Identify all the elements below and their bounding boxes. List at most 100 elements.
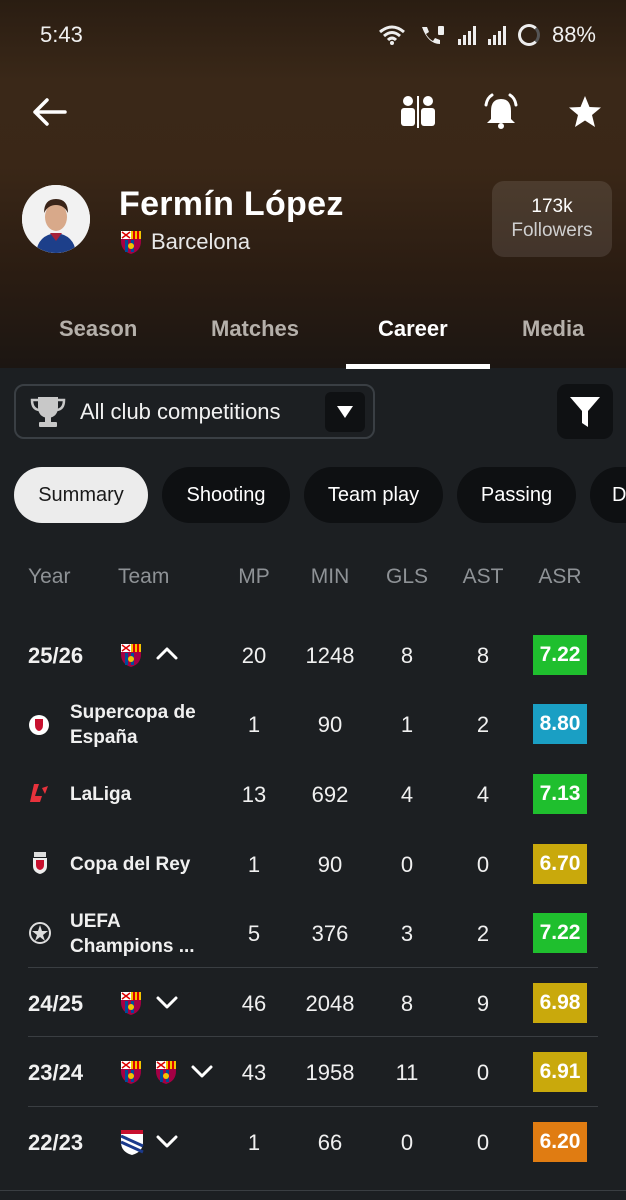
tab-matches[interactable]: Matches [211,316,299,342]
row-divider [0,1190,626,1191]
chip-defending[interactable]: D [590,467,626,523]
signal-icon-2 [487,25,506,45]
ast-value: 0 [476,1130,490,1155]
competition-name-line-2: Champions ... [70,936,195,957]
back-button[interactable] [24,80,74,144]
ast-value: 0 [476,1060,490,1085]
season-year: 25/26 [28,643,84,668]
chevron-down-icon[interactable] [155,995,179,1011]
compare-icon [401,96,435,128]
gls-value: 3 [400,921,414,946]
chip-shooting[interactable]: Shooting [162,467,290,523]
header-ast[interactable]: AST [453,565,513,589]
row-divider [28,1036,598,1037]
mp-value: 1 [247,1130,261,1155]
signal-icon [457,25,476,45]
notifications-button[interactable] [476,80,526,144]
season-row-25-26[interactable]: 25/26 20 1248 8 8 7.22 [0,621,626,689]
avatar [22,185,90,253]
min-value: 376 [311,921,349,946]
competition-row-champions-league[interactable]: UEFA Champions ... 5 376 3 2 7.22 [0,899,626,967]
barcelona-crest-icon [121,231,141,254]
active-tab-indicator [346,364,490,369]
season-row-22-23[interactable]: 22/23 1 66 0 0 6.20 [0,1108,626,1176]
status-time: 5:43 [40,22,83,47]
ast-value: 8 [476,643,490,668]
asr-rating-badge: 6.70 [533,844,587,884]
followers-badge[interactable]: 173k Followers [492,181,612,257]
chevron-up-icon[interactable] [155,645,179,661]
filter-button[interactable] [557,384,613,439]
asr-rating-badge: 6.91 [533,1052,587,1092]
barcelona-crest-icon [121,992,141,1015]
asr-rating-badge: 7.13 [533,774,587,814]
competition-name-line-1: Supercopa de [70,702,196,723]
asr-rating-badge: 6.98 [533,983,587,1023]
header-team[interactable]: Team [118,565,169,589]
barcelona-crest-icon [156,1061,176,1084]
chip-team-play[interactable]: Team play [304,467,443,523]
tab-season[interactable]: Season [59,316,137,342]
header-year[interactable]: Year [28,565,70,589]
mp-value: 43 [241,1060,267,1085]
chip-passing[interactable]: Passing [457,467,576,523]
header-asr[interactable]: ASR [530,565,590,589]
mp-value: 1 [247,712,261,737]
ast-value: 0 [476,852,490,877]
header-mp[interactable]: MP [224,565,284,589]
ast-value: 2 [476,712,490,737]
mp-value: 46 [241,991,267,1016]
season-year: 24/25 [28,991,84,1016]
competition-row-laliga[interactable]: LaLiga 13 692 4 4 7.13 [0,760,626,828]
copa-del-rey-logo-icon [33,852,47,874]
row-divider [28,967,598,968]
season-row-23-24[interactable]: 23/24 43 1958 11 0 6.91 [0,1038,626,1106]
row-divider [28,1106,598,1107]
status-bar: 5:43 88% [0,0,626,70]
mp-value: 1 [247,852,261,877]
chip-summary[interactable]: Summary [14,467,148,523]
barcelona-crest-icon [121,1061,141,1084]
ast-value: 4 [476,782,490,807]
mp-value: 20 [241,643,267,668]
compare-button[interactable] [393,80,443,144]
header-gls[interactable]: GLS [377,565,437,589]
star-icon [569,96,601,127]
player-name: Fermín López [119,185,344,223]
club-crest-icon [120,1130,144,1155]
asr-rating-badge: 8.80 [533,704,587,744]
profile-tabs: Season Matches Career Media [0,300,626,368]
min-value: 692 [311,782,349,807]
competition-name-line-1: UEFA [70,911,121,932]
filter-funnel-icon [570,396,600,427]
battery-level: 88% [551,22,596,47]
tab-career[interactable]: Career [378,316,448,342]
barcelona-crest-icon [121,644,141,667]
back-arrow-icon [33,98,67,126]
top-bar [0,80,626,144]
favorite-button[interactable] [560,80,610,144]
season-row-24-25[interactable]: 24/25 46 2048 8 9 6.98 [0,969,626,1037]
min-value: 90 [317,712,343,737]
asr-rating-badge: 6.20 [533,1122,587,1162]
club-link[interactable]: Barcelona [119,229,250,255]
gls-value: 8 [400,643,414,668]
ast-value: 9 [476,991,490,1016]
gls-value: 4 [400,782,414,807]
competition-dropdown[interactable]: All club competitions [14,384,375,439]
competition-row-supercopa[interactable]: Supercopa de España 1 90 1 2 8.80 [0,690,626,758]
min-value: 2048 [305,991,355,1016]
dropdown-caret [325,392,365,432]
tab-media[interactable]: Media [522,316,584,342]
chevron-down-icon[interactable] [155,1134,179,1150]
chevron-down-icon[interactable] [190,1064,214,1080]
gls-value: 0 [400,852,414,877]
gls-value: 8 [400,991,414,1016]
competition-row-copa-del-rey[interactable]: Copa del Rey 1 90 0 0 6.70 [0,830,626,898]
header-min[interactable]: MIN [300,565,360,589]
competition-name: LaLiga [70,784,132,805]
min-value: 66 [317,1130,343,1155]
status-icons: 88% [378,22,596,48]
gls-value: 0 [400,1130,414,1155]
followers-count: 173k [531,196,573,217]
